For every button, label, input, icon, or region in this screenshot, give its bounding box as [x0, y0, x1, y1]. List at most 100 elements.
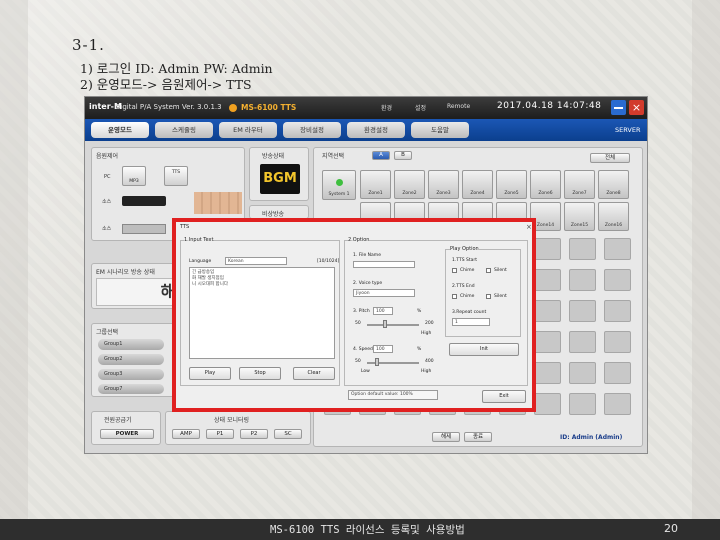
empty-zone-slot[interactable] [534, 362, 561, 384]
speed-input[interactable]: 100 [373, 345, 393, 353]
zone-label: Zone15 [570, 223, 589, 228]
minimize-button[interactable] [611, 100, 626, 115]
empty-zone-slot[interactable] [569, 393, 596, 415]
em-status-label: EM 시나리오 방송 상태 [96, 269, 155, 276]
left-shade [0, 0, 28, 540]
zone-page-b[interactable]: B [394, 151, 412, 160]
pitch-slider-track[interactable] [367, 324, 419, 326]
release-button[interactable]: 해제 [432, 432, 460, 442]
zone-label: Zone7 [572, 191, 587, 196]
stop-button[interactable]: Stop [239, 367, 281, 380]
group-button-4[interactable]: Group7 [98, 384, 164, 394]
remote-display [122, 224, 166, 234]
zone-row1-3[interactable]: Zone3 [428, 170, 459, 199]
empty-zone-slot[interactable] [534, 238, 561, 260]
zone-row1-7[interactable]: Zone7 [564, 170, 595, 199]
pitch-high: High [421, 331, 432, 336]
title-bar: inter-M Digital P/A System Ver. 3.0.1.3 … [85, 97, 647, 119]
empty-zone-slot[interactable] [534, 300, 561, 322]
zone-page-a[interactable]: A [372, 151, 390, 160]
toolbar-env[interactable]: 환경 [381, 103, 392, 112]
zone-row1-2[interactable]: Zone2 [394, 170, 425, 199]
end-chime-checkbox[interactable] [452, 294, 457, 299]
empty-zone-slot[interactable] [604, 393, 631, 415]
status-dot-icon [229, 104, 237, 112]
end-silent-label: Silent [494, 294, 507, 299]
power-button[interactable]: POWER [100, 429, 154, 439]
empty-zone-slot[interactable] [604, 238, 631, 260]
start-silent-checkbox[interactable] [486, 268, 491, 273]
system-label: System 1 [328, 192, 350, 197]
status-p2-button[interactable]: P2 [240, 429, 268, 439]
file-name-input[interactable] [353, 261, 415, 268]
empty-zone-slot[interactable] [569, 300, 596, 322]
default-value-note: Option default value: 100% [348, 390, 438, 400]
server-label: SERVER [615, 126, 641, 134]
toolbar-remote[interactable]: Remote [447, 103, 470, 110]
voice-type-select[interactable]: Jiyoon [353, 289, 415, 297]
zone-row1-5[interactable]: Zone5 [496, 170, 527, 199]
status-p1-button[interactable]: P1 [206, 429, 234, 439]
start-chime-label: Chime [460, 268, 475, 273]
tab-schedule[interactable]: 스케쥴링 [155, 122, 213, 138]
speed-slider-thumb[interactable] [375, 358, 379, 366]
play-button[interactable]: Play [189, 367, 231, 380]
repeat-count-input[interactable]: 1 [452, 318, 490, 326]
play-option-group: Play Option 1.TTS Start Chime Silent 2.T… [445, 246, 521, 337]
zone-row1-8[interactable]: Zone8 [598, 170, 629, 199]
tts-text-area[interactable]: 긴 급방송입 화 재발 생지점입 니 시오대피 합니다 [189, 267, 335, 359]
zone-row1-1[interactable]: Zone1 [360, 170, 391, 199]
tab-device[interactable]: 장비설정 [283, 122, 341, 138]
status-sc-button[interactable]: SC [274, 429, 302, 439]
system-1-zone[interactable]: System 1 [322, 170, 356, 200]
close-button[interactable]: × [629, 100, 644, 115]
clear-button[interactable]: Clear [293, 367, 335, 380]
exit-button[interactable]: Exit [482, 390, 526, 403]
empty-zone-slot[interactable] [569, 362, 596, 384]
empty-zone-slot[interactable] [534, 393, 561, 415]
language-select[interactable]: Korean [225, 257, 287, 265]
toolbar-settings[interactable]: 설정 [415, 103, 426, 112]
tab-bar: 운영모드 스케쥴링 EM 라우터 장비설정 환경설정 도움말 SERVER [85, 119, 647, 141]
empty-zone-slot[interactable] [604, 269, 631, 291]
group-button-2[interactable]: Group2 [98, 354, 164, 365]
speed-high: High [421, 369, 432, 374]
empty-zone-slot[interactable] [569, 331, 596, 353]
zone-row2-7[interactable]: Zone15 [564, 202, 595, 231]
file-name-label: 1. File Name [353, 253, 381, 258]
status-amp-button[interactable]: AMP [172, 429, 200, 439]
right-shade [692, 0, 720, 540]
zone-row2-8[interactable]: Zone16 [598, 202, 629, 231]
tuner-label: 소스 [102, 199, 112, 205]
system-status-icon [336, 179, 343, 186]
empty-zone-slot[interactable] [569, 269, 596, 291]
empty-zone-slot[interactable] [569, 238, 596, 260]
group-button-1[interactable]: Group1 [98, 339, 164, 350]
empty-zone-slot[interactable] [534, 331, 561, 353]
tts-button[interactable]: TTS [164, 166, 188, 186]
init-button[interactable]: Init [449, 343, 519, 356]
empty-zone-slot[interactable] [604, 300, 631, 322]
empty-zone-slot[interactable] [534, 269, 561, 291]
dialog-close-icon[interactable]: × [526, 223, 532, 231]
emergency-panel[interactable]: 비상방송 [249, 205, 309, 219]
tab-em-router[interactable]: EM 라우터 [219, 122, 277, 138]
end-chime-label: Chime [460, 294, 475, 299]
select-all-button[interactable]: 전체 [590, 153, 630, 163]
channel-grid[interactable] [194, 192, 242, 214]
zone-row1-6[interactable]: Zone6 [530, 170, 561, 199]
mp3-button[interactable]: MP3 [122, 166, 146, 186]
empty-zone-slot[interactable] [604, 362, 631, 384]
tab-operation[interactable]: 운영모드 [91, 122, 149, 138]
empty-zone-slot[interactable] [604, 331, 631, 353]
group-button-3[interactable]: Group3 [98, 369, 164, 380]
tab-help[interactable]: 도움말 [411, 122, 469, 138]
zone-row1-4[interactable]: Zone4 [462, 170, 493, 199]
pitch-max: 200 [425, 321, 434, 326]
start-chime-checkbox[interactable] [452, 268, 457, 273]
exit-zone-button[interactable]: 종료 [464, 432, 492, 442]
tab-environment[interactable]: 환경설정 [347, 122, 405, 138]
end-silent-checkbox[interactable] [486, 294, 491, 299]
pitch-slider-thumb[interactable] [383, 320, 387, 328]
pitch-input[interactable]: 100 [373, 307, 393, 315]
